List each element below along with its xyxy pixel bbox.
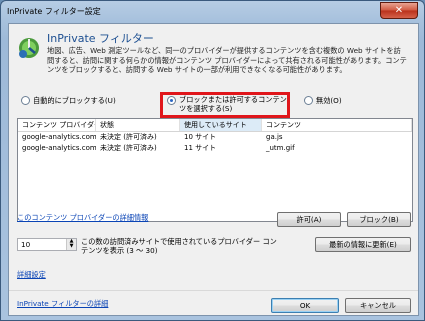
inprivate-filter-icon	[19, 38, 39, 58]
page-title: InPrivate フィルター	[47, 32, 154, 45]
radio-choose-content[interactable]: ブロックまたは許可するコンテンツを選択する(S)	[167, 95, 287, 113]
cell-content: _utm.gif	[266, 144, 295, 152]
table-row[interactable]: google-analytics.com 未決定 (許可済み) 11 サイト _…	[18, 143, 412, 154]
radio-auto-block[interactable]: 自動的にブロックする(U)	[21, 96, 116, 106]
advanced-settings-link[interactable]: 詳細設定	[17, 270, 46, 280]
inprivate-filter-details-link[interactable]: InPrivate フィルターの詳細	[17, 299, 108, 309]
threshold-value[interactable]: 10	[21, 239, 30, 250]
block-button[interactable]: ブロック(B)	[347, 212, 411, 227]
content-provider-table: コンテンツ プロバイダー 状態 使用しているサイト コンテンツ google-a…	[17, 118, 413, 222]
cell-sites: 10 サイト	[184, 133, 217, 141]
table-header: コンテンツ プロバイダー 状態 使用しているサイト コンテンツ	[18, 119, 412, 132]
provider-details-link[interactable]: このコンテンツ プロバイダーの詳細情報	[17, 213, 148, 223]
cell-status: 未決定 (許可済み)	[100, 133, 157, 141]
threshold-spinner[interactable]: 10 ▲ ▼	[17, 238, 77, 251]
footer-divider	[9, 290, 418, 291]
radio-label: 自動的にブロックする(U)	[33, 96, 116, 105]
radio-button[interactable]	[304, 96, 313, 105]
cell-content: ga.js	[266, 133, 283, 141]
cell-provider: google-analytics.com	[22, 133, 96, 141]
column-header-content[interactable]: コンテンツ	[262, 119, 412, 131]
column-header-status[interactable]: 状態	[96, 119, 180, 131]
window-title: InPrivate フィルター設定	[7, 7, 101, 16]
column-header-sites[interactable]: 使用しているサイト	[180, 119, 262, 131]
ok-button[interactable]: OK	[271, 298, 339, 313]
radio-button[interactable]	[21, 96, 30, 105]
cell-provider: google-analytics.com	[22, 144, 96, 152]
dialog-window: InPrivate フィルター設定 ✕ InPrivate フィルター 地図、広…	[0, 0, 425, 321]
allow-button[interactable]: 許可(A)	[277, 212, 341, 227]
mode-radio-group: 自動的にブロックする(U) ブロックまたは許可するコンテンツを選択する(S) 無…	[17, 92, 413, 118]
threshold-description: この数の訪問済みサイトで使用されているプロバイダー コンテンツを表示 (3 ～ …	[81, 237, 277, 255]
spinner-down-icon[interactable]: ▼	[67, 244, 76, 249]
cell-status: 未決定 (許可済み)	[100, 144, 157, 152]
dialog-client-area: InPrivate フィルター 地図、広告、Web 測定ツールなど、同一のプロバ…	[8, 23, 419, 316]
radio-disabled[interactable]: 無効(O)	[304, 96, 342, 106]
close-button[interactable]: ✕	[380, 2, 418, 19]
column-header-provider[interactable]: コンテンツ プロバイダー	[18, 119, 96, 131]
radio-button-selected[interactable]	[167, 96, 176, 105]
spinner-arrows[interactable]: ▲ ▼	[66, 239, 76, 250]
radio-label: 無効(O)	[316, 96, 342, 105]
radio-label: ブロックまたは許可するコンテンツを選択する(S)	[179, 95, 287, 113]
refresh-button[interactable]: 最新の情報に更新(E)	[315, 237, 411, 252]
cell-sites: 11 サイト	[184, 144, 217, 152]
table-row[interactable]: google-analytics.com 未決定 (許可済み) 10 サイト g…	[18, 132, 412, 143]
description-text: 地図、広告、Web 測定ツールなど、同一のプロバイダーが提供するコンテンツを含む…	[47, 46, 407, 74]
cancel-button[interactable]: キャンセル	[345, 298, 411, 313]
